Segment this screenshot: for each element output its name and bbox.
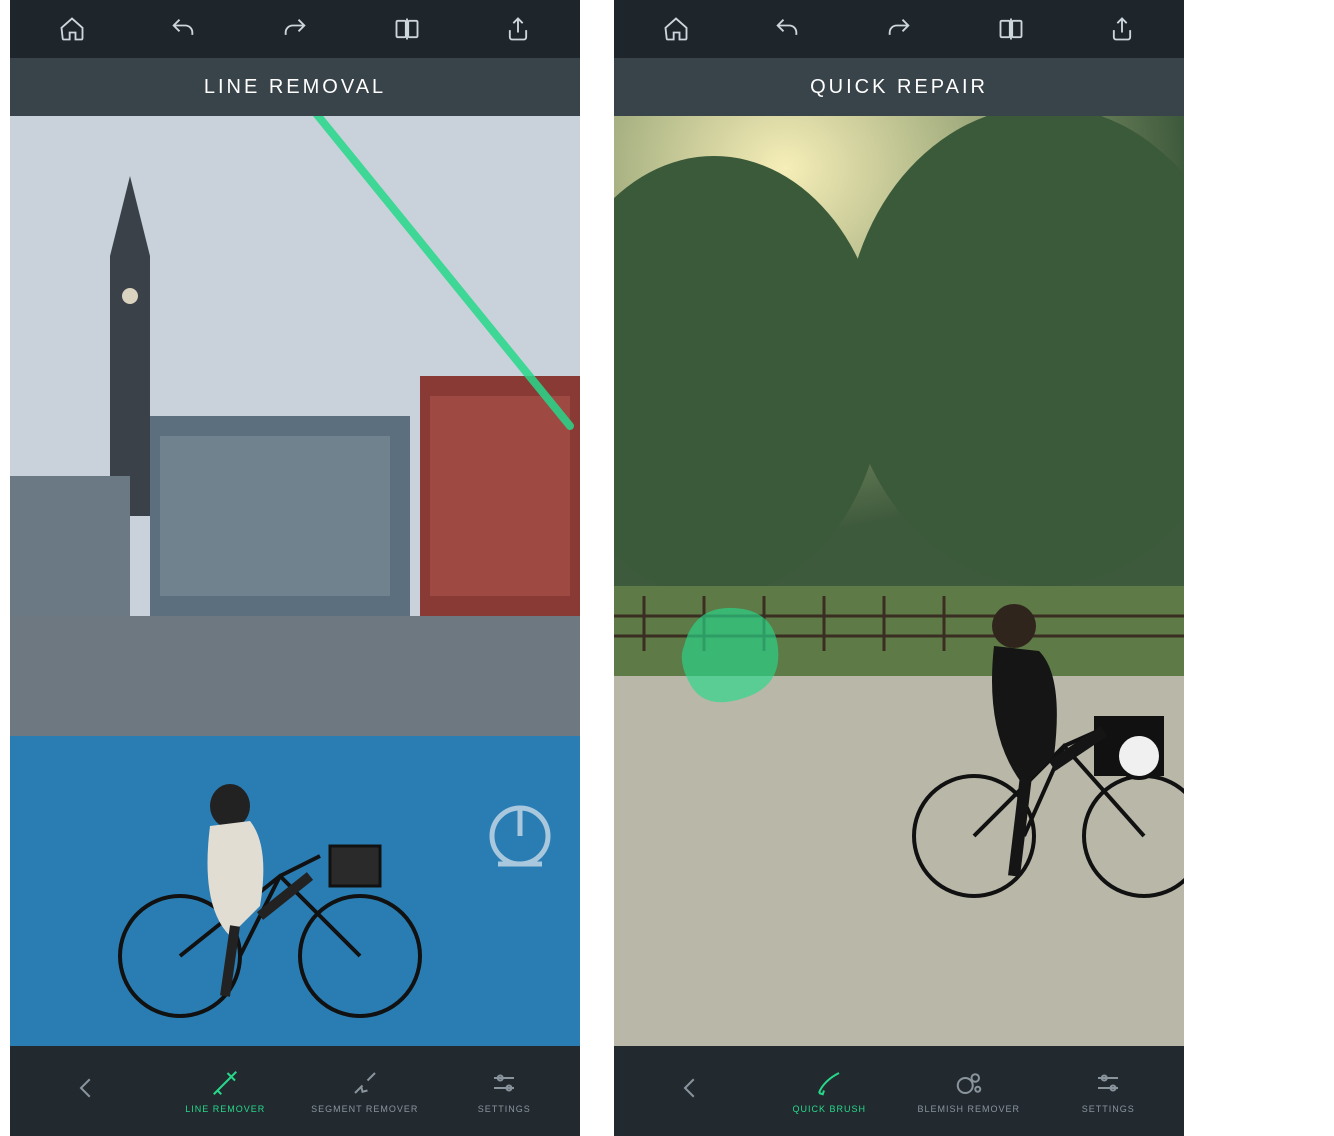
mode-title: LINE REMOVAL: [204, 76, 386, 99]
redo-icon: [281, 15, 309, 43]
compare-button[interactable]: [955, 0, 1067, 58]
compare-button[interactable]: [351, 0, 463, 58]
redo-icon: [885, 15, 913, 43]
top-toolbar: [10, 0, 580, 58]
redo-button[interactable]: [239, 0, 351, 58]
home-icon: [58, 15, 86, 43]
undo-icon: [773, 15, 801, 43]
arrow-left-icon: [675, 1073, 705, 1103]
tool-label: BLEMISH REMOVER: [917, 1104, 1020, 1114]
bottom-toolbar: QUICK BRUSH BLEMISH REMOVER SETTINGS: [614, 1046, 1184, 1136]
undo-icon: [169, 15, 197, 43]
sliders-icon: [489, 1068, 519, 1098]
segment-remover-icon: [350, 1068, 380, 1098]
tool-settings[interactable]: SETTINGS: [1039, 1046, 1179, 1136]
undo-button[interactable]: [732, 0, 844, 58]
tool-settings[interactable]: SETTINGS: [435, 1046, 575, 1136]
home-icon: [662, 15, 690, 43]
back-button[interactable]: [620, 1046, 760, 1136]
image-canvas[interactable]: [614, 116, 1184, 1046]
share-button[interactable]: [462, 0, 574, 58]
home-button[interactable]: [620, 0, 732, 58]
tool-blemish-remover[interactable]: BLEMISH REMOVER: [899, 1046, 1039, 1136]
share-button[interactable]: [1066, 0, 1178, 58]
tool-label: SETTINGS: [478, 1104, 531, 1114]
share-icon: [1108, 15, 1136, 43]
tool-quick-brush[interactable]: QUICK BRUSH: [760, 1046, 900, 1136]
photo-city-cyclist: [10, 116, 580, 1046]
mode-title-bar: LINE REMOVAL: [10, 58, 580, 116]
arrow-left-icon: [71, 1073, 101, 1103]
top-toolbar: [614, 0, 1184, 58]
sliders-icon: [1093, 1068, 1123, 1098]
redo-button[interactable]: [843, 0, 955, 58]
tool-label: LINE REMOVER: [185, 1104, 265, 1114]
compare-icon: [997, 15, 1025, 43]
quick-brush-icon: [814, 1068, 844, 1098]
right-screenshot: QUICK REPAIR: [614, 0, 1184, 1136]
tool-line-remover[interactable]: LINE REMOVER: [156, 1046, 296, 1136]
photo-park-cyclist: [614, 116, 1184, 1046]
home-button[interactable]: [16, 0, 128, 58]
tool-segment-remover[interactable]: SEGMENT REMOVER: [295, 1046, 435, 1136]
compare-icon: [393, 15, 421, 43]
mode-title-bar: QUICK REPAIR: [614, 58, 1184, 116]
back-button[interactable]: [16, 1046, 156, 1136]
undo-button[interactable]: [128, 0, 240, 58]
line-remover-icon: [210, 1068, 240, 1098]
share-icon: [504, 15, 532, 43]
left-screenshot: LINE REMOVAL: [10, 0, 580, 1136]
image-canvas[interactable]: [10, 116, 580, 1046]
blemish-remover-icon: [954, 1068, 984, 1098]
bottom-toolbar: LINE REMOVER SEGMENT REMOVER SETTINGS: [10, 1046, 580, 1136]
tool-label: SEGMENT REMOVER: [311, 1104, 418, 1114]
mode-title: QUICK REPAIR: [810, 76, 988, 99]
tool-label: SETTINGS: [1082, 1104, 1135, 1114]
tool-label: QUICK BRUSH: [792, 1104, 866, 1114]
